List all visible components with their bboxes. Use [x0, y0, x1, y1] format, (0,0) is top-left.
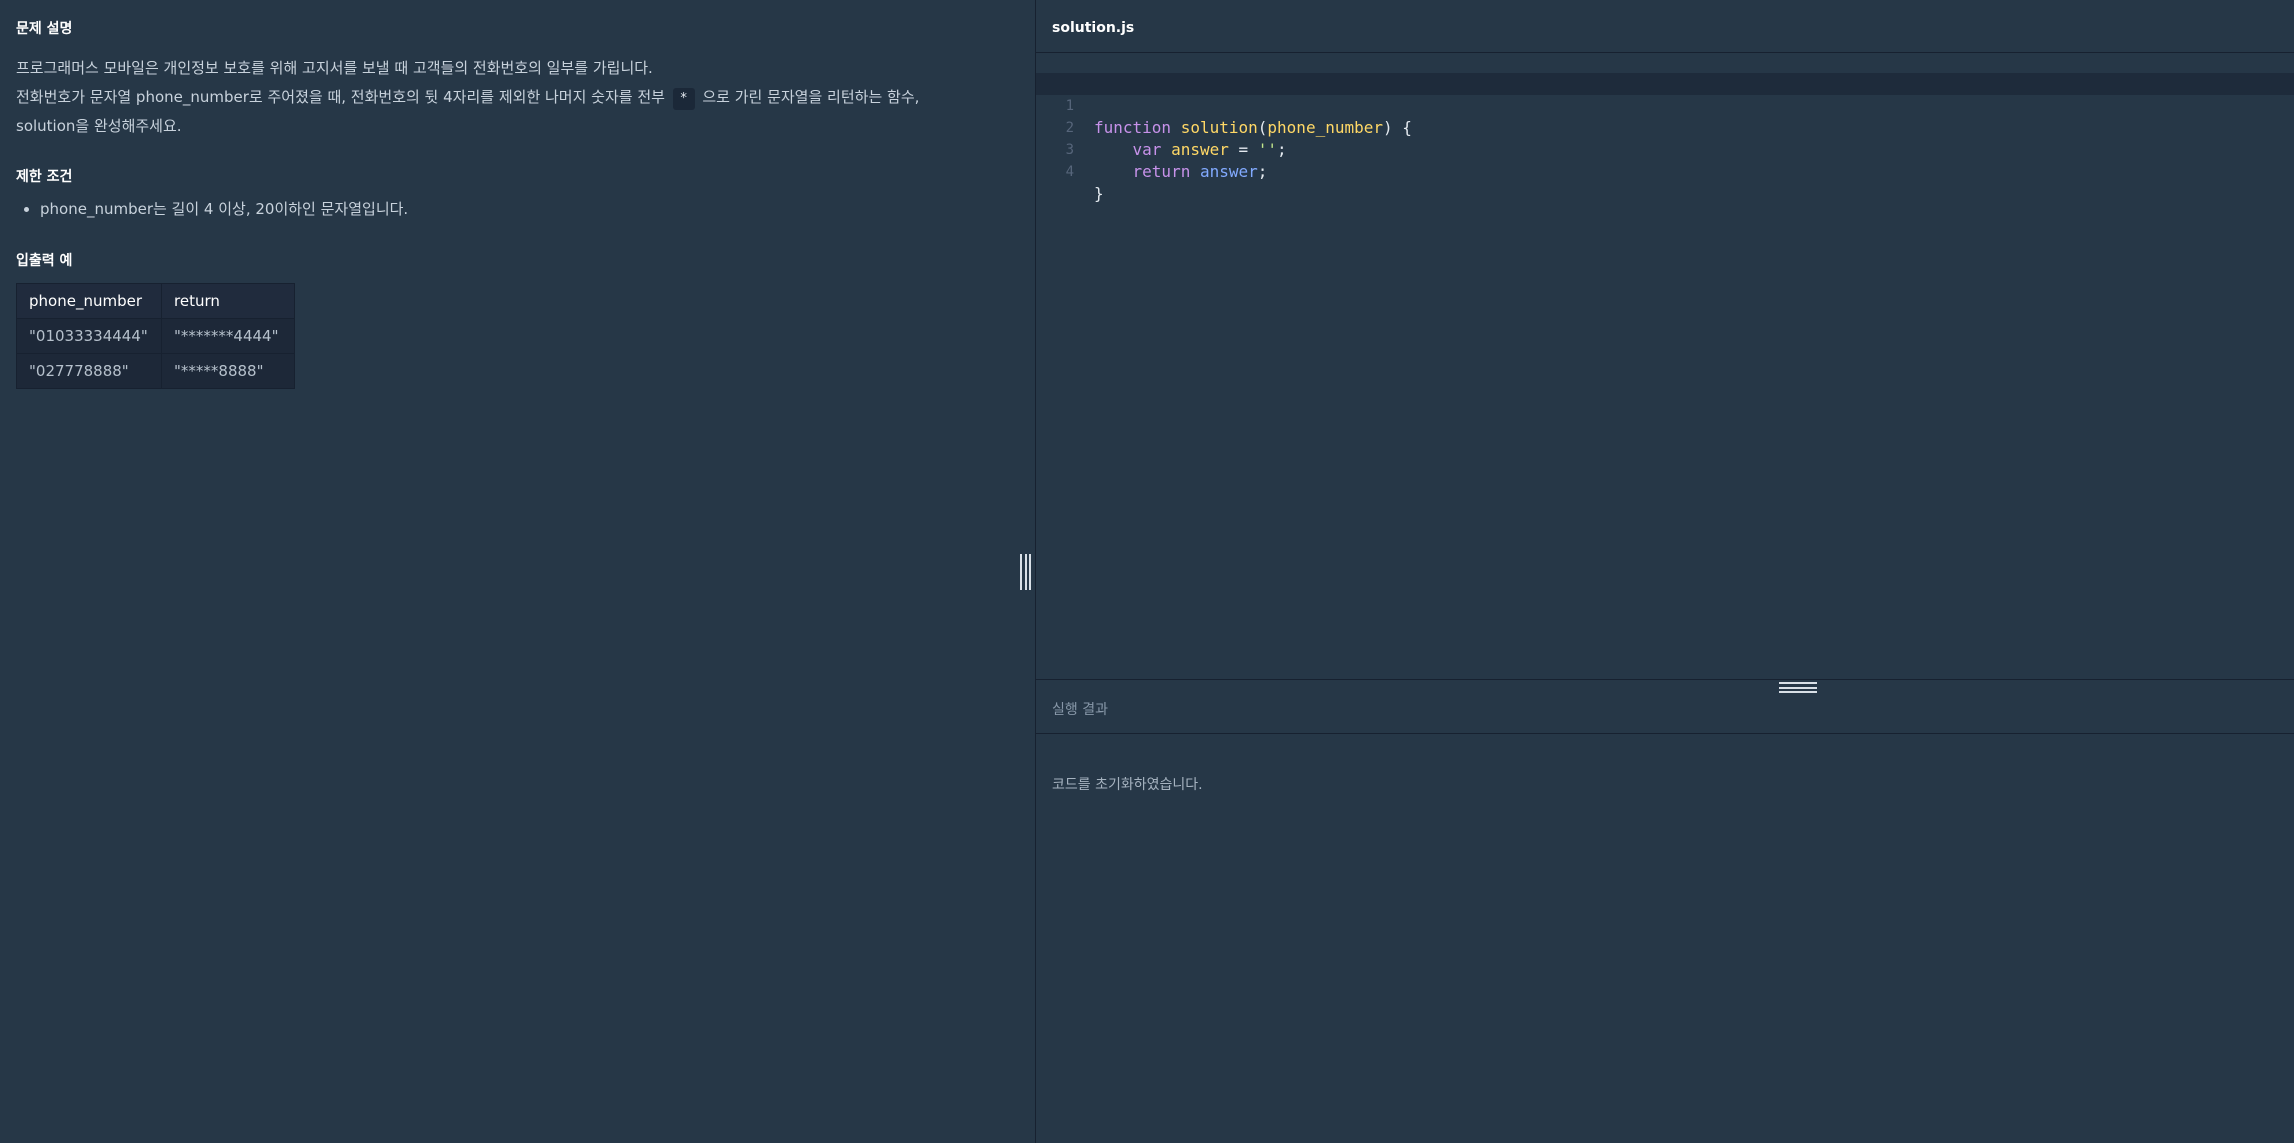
code-keyword: return [1132, 162, 1191, 181]
description-line-2: 전화번호가 문자열 phone_number로 주어졌을 때, 전화번호의 뒷 … [16, 83, 1006, 112]
table-header-cell: phone_number [16, 283, 162, 319]
resize-handle-bar [1029, 554, 1031, 590]
constraints-title: 제한 조건 [16, 169, 73, 185]
table-cell: "*******4444" [161, 318, 295, 354]
resize-handle-bar [1024, 554, 1027, 590]
editor-tab-bar: solution.js [1036, 0, 2294, 53]
constraint-item: phone_number는 길이 4 이상, 20이하인 문자열입니다. [40, 197, 408, 221]
description-line-2-before: 전화번호가 문자열 phone_number로 주어졌을 때, 전화번호의 뒷 … [16, 88, 665, 106]
table-header-cell: return [161, 283, 295, 319]
table-cell: "027778888" [16, 353, 162, 389]
description-line-3: solution을 완성해주세요. [16, 117, 182, 135]
vertical-resize-handle[interactable] [1020, 554, 1031, 590]
app-root: 문제 설명 프로그래머스 모바일은 개인정보 보호를 위해 고지서를 보낼 때 … [0, 0, 2294, 1143]
table-row: "01033334444" "*******4444" [16, 318, 295, 354]
code-line[interactable]: 1 function solution(phone_number) { [1036, 73, 2294, 137]
result-title: 실행 결과 [1052, 702, 1108, 718]
code-editor[interactable]: 1 function solution(phone_number) { 2 va… [1036, 54, 2294, 679]
description-title: 문제 설명 [16, 21, 73, 37]
code-text: } [1094, 184, 1104, 203]
table-header-row: phone_number return [16, 283, 295, 319]
description-line-2-after: 으로 가린 문자열을 리턴하는 함수, [702, 88, 920, 106]
table-cell: "*****8888" [161, 353, 295, 389]
io-example-table: phone_number return "01033334444" "*****… [16, 283, 295, 389]
code-identifier: answer [1199, 162, 1258, 181]
editor-panel: solution.js 1 function solution(phone_nu… [1036, 0, 2294, 1143]
result-header: 실행 결과 [1036, 680, 2294, 734]
constraints-list: phone_number는 길이 4 이상, 20이하인 문자열입니다. [40, 197, 408, 221]
code-line[interactable]: 4 } [1036, 139, 2294, 203]
problem-panel: 문제 설명 프로그래머스 모바일은 개인정보 보호를 위해 고지서를 보낼 때 … [0, 0, 1035, 1143]
description-line-1: 프로그래머스 모바일은 개인정보 보호를 위해 고지서를 보낼 때 고객들의 전… [16, 59, 653, 77]
resize-handle-bar [1020, 554, 1022, 590]
file-tab[interactable]: solution.js [1052, 20, 1134, 36]
inline-code-asterisk: * [672, 88, 695, 110]
table-row: "027778888" "*****8888" [16, 353, 295, 389]
table-cell: "01033334444" [16, 318, 162, 354]
problem-description: 프로그래머스 모바일은 개인정보 보호를 위해 고지서를 보낼 때 고객들의 전… [16, 54, 1006, 141]
examples-title: 입출력 예 [16, 253, 73, 269]
code-line[interactable]: 2 var answer = ''; [1036, 95, 2294, 159]
code-text: return answer; [1132, 162, 1268, 181]
code-line[interactable]: 3 return answer; [1036, 117, 2294, 181]
line-number: 4 [1065, 164, 1074, 180]
result-message: 코드를 초기화하였습니다. [1052, 777, 1203, 793]
